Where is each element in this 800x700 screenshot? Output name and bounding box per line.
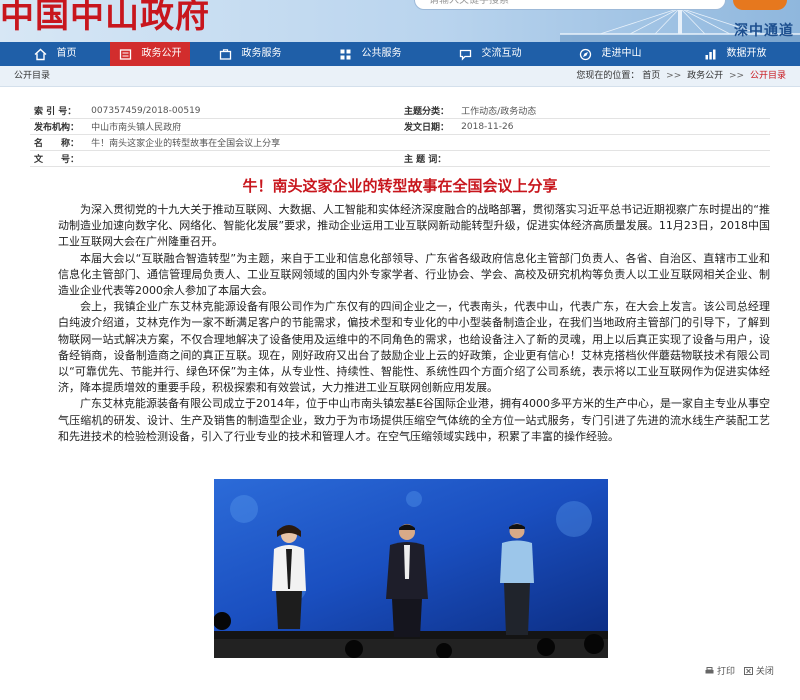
- site-logo[interactable]: 中国中山政府: [0, 0, 210, 37]
- open-gov-icon: [119, 48, 132, 61]
- article-paragraph: 会上，我镇企业广东艾林克能源设备有限公司作为广东仅有的四间企业之一，代表南头，代…: [58, 300, 770, 395]
- explore-icon: [579, 48, 592, 61]
- close-icon: [743, 666, 753, 675]
- breadcrumb-prefix: 您现在的位置：: [576, 71, 640, 81]
- nav-label: 走进中山: [601, 48, 642, 59]
- search-button[interactable]: [733, 0, 787, 10]
- nav-label: 公共服务: [361, 48, 402, 59]
- nav-open-gov[interactable]: 政务公开: [110, 42, 190, 66]
- docno-value: [87, 150, 400, 167]
- article-photo: [214, 479, 608, 658]
- article-title: 牛！南头这家企业的转型故事在全国会议上分享: [242, 177, 558, 195]
- name-label: 名 称：: [30, 134, 88, 151]
- footer-actions: 打印 关闭: [699, 664, 774, 678]
- category-label: 主题分类：: [399, 103, 458, 119]
- breadcrumb-separator: >>: [729, 71, 745, 81]
- interaction-icon: [459, 48, 472, 61]
- close-button[interactable]: 关闭: [743, 664, 774, 677]
- breadcrumb-bar: 公开目录 您现在的位置： 首页 >> 政务公开 >> 公开目录: [0, 66, 800, 87]
- printer-icon: [705, 666, 714, 675]
- publisher-value: 中山市南头镇人民政府: [87, 118, 400, 135]
- index-label: 索 引 号：: [30, 103, 88, 119]
- date-label: 发文日期：: [399, 118, 458, 135]
- article-paragraph: 本届大会以“互联融合智造转型”为主题，来自于工业和信息化部领导、广东省各级政府信…: [58, 251, 770, 298]
- service-icon: [219, 48, 232, 61]
- document-info-table: 索 引 号： 007357459/2018-00519 主题分类： 工作动态/政…: [30, 103, 770, 167]
- home-icon: [34, 48, 47, 61]
- nav-data-open[interactable]: 数据开放: [670, 42, 800, 66]
- close-label: 关闭: [755, 667, 774, 677]
- public-service-icon: [339, 48, 352, 61]
- article-paragraph: 广东艾林克能源装备有限公司成立于2014年，位于中山市南头镇宏基E谷国际企业港，…: [58, 397, 770, 443]
- site-header: 中国中山政府 请输入关键字搜索 深中通道: [0, 0, 800, 42]
- name-value: 牛！南头这家企业的转型故事在全国会议上分享: [87, 134, 770, 151]
- publisher-label: 发布机构：: [30, 118, 88, 135]
- table-row: 文 号： 主 题 词：: [30, 150, 770, 167]
- keywords-label: 主 题 词：: [399, 150, 458, 167]
- breadcrumb-link-open-gov[interactable]: 政务公开: [687, 71, 723, 81]
- nav-label: 首页: [56, 48, 77, 59]
- breadcrumb-separator: >>: [666, 71, 682, 81]
- nav-label: 数据开放: [726, 48, 767, 59]
- nav-label: 交流互动: [481, 48, 522, 59]
- index-value: 007357459/2018-00519: [87, 103, 400, 119]
- docno-label: 文 号：: [30, 150, 88, 167]
- nav-gov-service[interactable]: 政务服务: [190, 42, 310, 66]
- main-nav: 首页 政务公开 政务服务 公共服务 交流互动 走进中山 数据开放: [0, 42, 800, 66]
- nav-home[interactable]: 首页: [0, 42, 110, 66]
- breadcrumb-link-home[interactable]: 首页: [642, 71, 660, 81]
- category-value: 工作动态/政务动态: [457, 103, 770, 119]
- nav-label: 政务服务: [241, 48, 282, 59]
- breadcrumb-current[interactable]: 公开目录: [750, 71, 786, 81]
- breadcrumb: 您现在的位置： 首页 >> 政务公开 >> 公开目录: [576, 66, 786, 86]
- print-button[interactable]: 打印: [705, 664, 735, 677]
- table-row: 名 称： 牛！南头这家企业的转型故事在全国会议上分享: [30, 134, 770, 151]
- print-label: 打印: [717, 667, 736, 677]
- data-icon: [704, 48, 717, 61]
- table-row: 发布机构： 中山市南头镇人民政府 发文日期： 2018-11-26: [30, 118, 770, 135]
- table-row: 索 引 号： 007357459/2018-00519 主题分类： 工作动态/政…: [30, 103, 770, 119]
- date-value: 2018-11-26: [457, 118, 770, 135]
- section-title: 公开目录: [14, 71, 51, 81]
- conference-stage-image: [214, 479, 608, 658]
- keywords-value: [457, 150, 770, 167]
- article-body: 为深入贯彻党的十九大关于推动互联网、大数据、人工智能和实体经济深度融合的战略部署…: [58, 202, 770, 445]
- search-input[interactable]: 请输入关键字搜索: [414, 0, 726, 10]
- nav-explore[interactable]: 走进中山: [550, 42, 670, 66]
- nav-label: 政务公开: [141, 48, 182, 59]
- nav-public-service[interactable]: 公共服务: [310, 42, 430, 66]
- article-paragraph: 为深入贯彻党的十九大关于推动互联网、大数据、人工智能和实体经济深度融合的战略部署…: [58, 203, 770, 249]
- header-slogan: 深中通道: [734, 23, 794, 39]
- nav-interaction[interactable]: 交流互动: [430, 42, 550, 66]
